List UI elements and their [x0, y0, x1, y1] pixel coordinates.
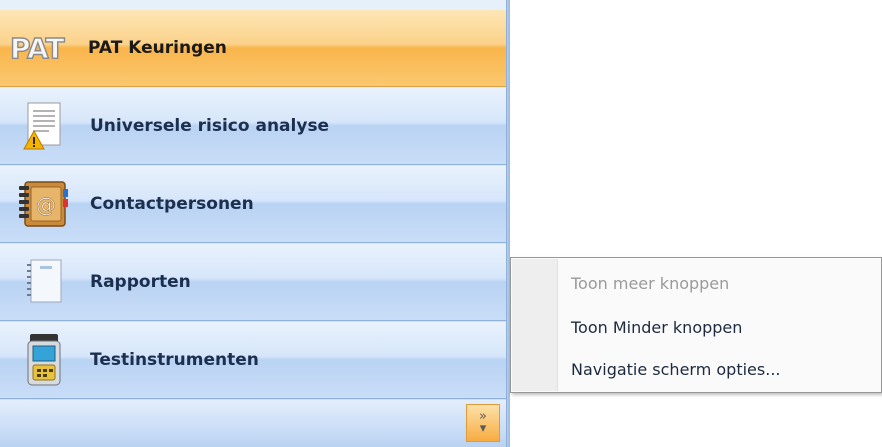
notepad-icon — [14, 254, 74, 310]
document-warning-icon — [14, 98, 74, 154]
overflow-button-strip — [0, 400, 506, 447]
svg-text:@: @ — [36, 193, 56, 217]
nav-button-label: PAT Keuringen — [88, 38, 227, 58]
navigation-pane: PAT PAT Keuringen Universele risico anal… — [0, 0, 510, 447]
configure-buttons-chevron[interactable]: » ▾ — [466, 404, 500, 442]
menu-item-navigatie-scherm-opties[interactable]: Navigatie scherm opties... — [571, 354, 780, 384]
navigation-options-menu: Toon meer knoppen Toon Minder knoppen Na… — [510, 257, 882, 393]
menu-icon-gutter — [512, 259, 558, 391]
nav-button-universele-risico-analyse[interactable]: Universele risico analyse — [0, 88, 506, 165]
test-instrument-icon — [14, 332, 74, 388]
nav-button-label: Testinstrumenten — [90, 350, 259, 370]
menu-item-toon-meer-knoppen[interactable]: Toon meer knoppen — [571, 268, 729, 298]
dropdown-arrow-icon: ▾ — [479, 421, 487, 436]
nav-button-label: Universele risico analyse — [90, 116, 330, 136]
address-book-icon: @ — [14, 176, 74, 232]
nav-button-label: Rapporten — [90, 272, 191, 292]
pat-logo-icon: PAT — [9, 31, 65, 65]
nav-button-label: Contactpersonen — [90, 194, 254, 214]
nav-button-testinstrumenten[interactable]: Testinstrumenten — [0, 322, 506, 399]
nav-button-contactpersonen[interactable]: @ Contactpersonen — [0, 166, 506, 243]
nav-button-pat-keuringen[interactable]: PAT PAT Keuringen — [0, 10, 506, 87]
nav-button-rapporten[interactable]: Rapporten — [0, 244, 506, 321]
menu-item-toon-minder-knoppen[interactable]: Toon Minder knoppen — [571, 312, 742, 342]
